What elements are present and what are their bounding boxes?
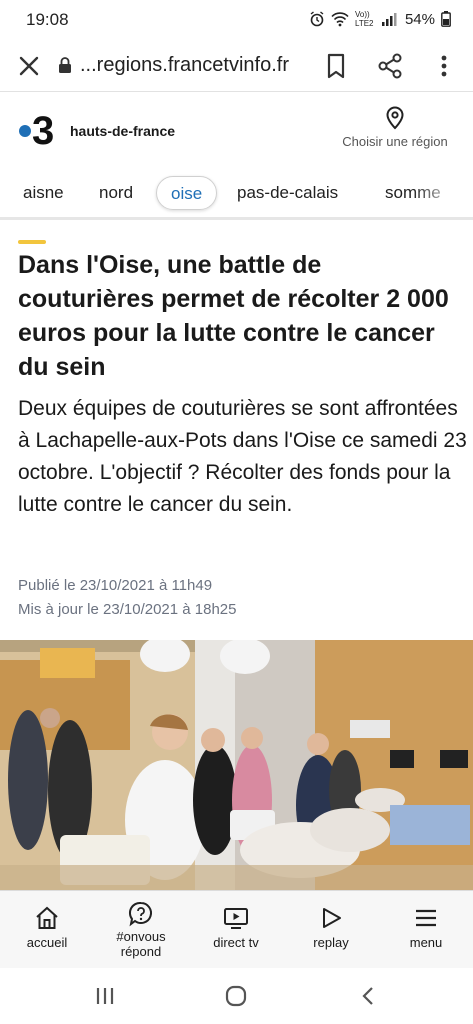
back-chevron-icon[interactable] bbox=[356, 984, 382, 1008]
article-title: Dans l'Oise, une battle de couturières p… bbox=[18, 251, 449, 381]
site-header: 3 hauts-de-france Choisir une région bbox=[0, 92, 473, 166]
bookmark-icon[interactable] bbox=[324, 53, 348, 79]
home-icon bbox=[36, 906, 58, 929]
recents-icon[interactable] bbox=[92, 984, 118, 1008]
bottom-navigation: accueil #onvous répond direct tv replay … bbox=[0, 890, 473, 968]
close-icon[interactable] bbox=[16, 53, 42, 79]
nav-replay-label: replay bbox=[313, 935, 349, 950]
article-lead: Deux équipes de couturières se sont affr… bbox=[18, 397, 467, 516]
choose-region-button[interactable]: Choisir une région bbox=[335, 106, 455, 156]
more-vert-icon[interactable] bbox=[434, 52, 454, 80]
browser-toolbar: ...regions.francetvinfo.fr bbox=[0, 40, 473, 92]
tv-play-icon bbox=[224, 908, 248, 929]
location-pin-icon bbox=[386, 106, 404, 130]
nav-home[interactable]: accueil bbox=[0, 891, 94, 969]
choose-region-label: Choisir une région bbox=[342, 134, 448, 149]
alarm-icon bbox=[310, 11, 324, 27]
article-accent-bar bbox=[18, 240, 46, 244]
svg-text:3: 3 bbox=[32, 109, 54, 148]
system-navigation-bar bbox=[0, 968, 473, 1024]
tab-pas-de-calais[interactable]: pas-de-calais bbox=[237, 176, 338, 210]
share-icon[interactable] bbox=[376, 52, 404, 80]
tab-nord[interactable]: nord bbox=[99, 176, 133, 210]
nav-onvous-repond[interactable]: #onvous répond bbox=[94, 891, 188, 969]
nav-menu[interactable]: menu bbox=[379, 891, 473, 969]
signal-icon bbox=[381, 13, 397, 26]
status-time: 19:08 bbox=[26, 10, 69, 29]
battery-icon bbox=[441, 11, 451, 27]
updated-date: Mis à jour le 23/10/2021 à 18h25 bbox=[18, 601, 237, 618]
chat-question-icon bbox=[129, 901, 152, 927]
status-bar: 19:08 Vo)) LTE2 54% bbox=[0, 0, 473, 40]
department-tabs: aisne nord oise pas-de-calais somme bbox=[0, 166, 473, 220]
tab-aisne[interactable]: aisne bbox=[23, 176, 64, 210]
status-icons: Vo)) LTE2 54% bbox=[309, 10, 451, 28]
nav-home-label: accueil bbox=[26, 935, 68, 950]
lock-icon bbox=[59, 57, 71, 73]
wifi-icon bbox=[331, 12, 349, 27]
hamburger-icon bbox=[416, 909, 436, 927]
url-bar[interactable]: ...regions.francetvinfo.fr bbox=[80, 54, 289, 77]
nav-direct-tv-label: direct tv bbox=[213, 935, 259, 950]
site-name: hauts-de-france bbox=[70, 123, 176, 139]
article-photo[interactable] bbox=[0, 640, 473, 890]
battery-percent: 54% bbox=[404, 10, 435, 28]
nav-onvous-repond-label: #onvous répond bbox=[116, 929, 166, 959]
article-meta: Publié le 23/10/2021 à 11h49 Mis à jour … bbox=[18, 574, 237, 622]
nav-direct-tv[interactable]: direct tv bbox=[189, 891, 283, 969]
network-label: Vo)) LTE2 bbox=[354, 10, 374, 28]
france3-logo[interactable]: 3 bbox=[18, 108, 62, 148]
published-date: Publié le 23/10/2021 à 11h49 bbox=[18, 577, 213, 594]
play-icon bbox=[323, 908, 341, 928]
nav-replay[interactable]: replay bbox=[284, 891, 378, 969]
seamstresses-photo-illustration bbox=[0, 640, 473, 890]
nav-menu-label: menu bbox=[409, 935, 443, 950]
home-circle-icon[interactable] bbox=[223, 984, 249, 1008]
tabs-fade-overlay bbox=[413, 166, 473, 217]
tab-oise[interactable]: oise bbox=[156, 176, 218, 210]
